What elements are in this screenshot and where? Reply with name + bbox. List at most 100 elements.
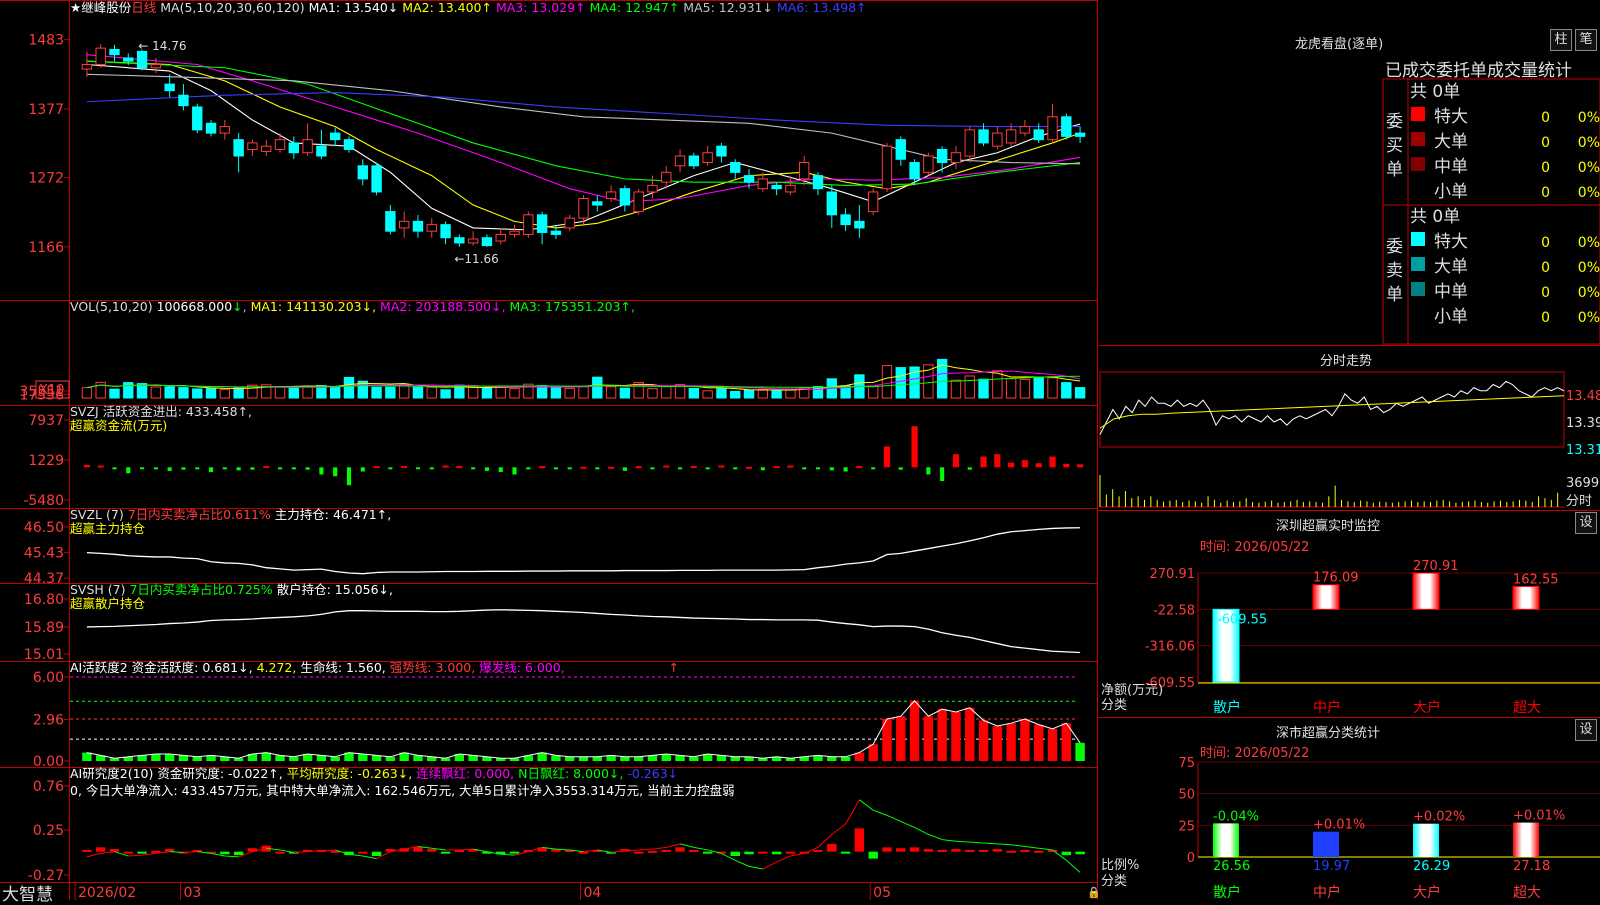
chart-canvas[interactable]: 1483137712721166← 14.76←11.663555117556X… <box>0 0 1600 900</box>
fund-flow-bar <box>373 466 380 469</box>
fund-flow-bar <box>222 467 227 470</box>
research-line-seg <box>224 855 239 858</box>
svzl-ratio: 7日内买卖净占比0.611% <box>127 507 271 522</box>
sell-row-qty: 0 <box>1541 260 1550 276</box>
fund-flow-bar <box>650 467 655 470</box>
fund-flow-bar <box>126 467 131 474</box>
fund-flow-bar <box>815 467 821 470</box>
ai-research-tick-label: 0.25 <box>33 823 64 839</box>
research-line-seg <box>969 841 984 844</box>
fund-flow-bar <box>980 456 987 468</box>
candle-body <box>95 47 106 65</box>
vol-item-ma3: MA3: 175351.203↑, <box>505 299 635 314</box>
fund-flow-bar <box>97 465 104 468</box>
svsh-tick-label: 15.01 <box>24 647 64 663</box>
fund-flow-bar <box>140 467 145 470</box>
sell-row-label: 中单 <box>1434 282 1468 302</box>
sell-row-pct: 0% <box>1578 285 1600 301</box>
buy-row-pct: 0% <box>1578 185 1600 201</box>
activity-bar <box>1034 724 1044 761</box>
research-line-seg <box>997 843 1012 846</box>
sell-side-label: 委 <box>1386 237 1403 257</box>
candle-body <box>578 197 589 219</box>
candle-body <box>1033 129 1044 141</box>
activity-bar <box>1006 723 1016 761</box>
buy-row-qty: 0 <box>1541 160 1550 176</box>
research-bar <box>992 849 1003 852</box>
activity-bar <box>537 752 547 761</box>
activity-bar <box>675 755 685 761</box>
fund-flow-bar <box>291 467 296 470</box>
research-line-seg <box>914 827 929 835</box>
svzj-line2: 超赢资金流(万元) <box>70 418 168 433</box>
fund-flow-bar <box>236 467 241 471</box>
svzl-tick-label: 44.37 <box>24 571 64 587</box>
volume-bar <box>371 386 382 399</box>
activity-bar <box>1020 719 1030 761</box>
volume-bar <box>757 388 769 399</box>
vol-params: VOL(5,10,20) <box>70 299 153 314</box>
sz-monitor-time: 时间: 2026/05/22 <box>1200 540 1310 555</box>
fund-flow-bar <box>263 466 270 469</box>
volume-bar <box>150 386 162 399</box>
research-bar <box>827 843 837 852</box>
unit-label: X10 <box>39 383 64 398</box>
research-line-seg <box>679 843 694 848</box>
fund-flow-bar <box>498 467 503 473</box>
activity-bar <box>592 756 602 761</box>
fund-flow-bar <box>663 465 670 468</box>
volume-bar <box>605 386 617 399</box>
volume-bar <box>1033 377 1044 399</box>
tick-mode-button[interactable]: 笔 <box>1575 29 1597 51</box>
candle-body <box>205 122 217 134</box>
svsh-tick-label: 16.80 <box>24 592 64 608</box>
svsh-line2: 超赢散户持仓 <box>70 596 146 611</box>
volume-bar <box>481 387 493 399</box>
ai-research-summary: 0, 今日大单净流入: 433.457万元, 其中特大单净流入: 162.546… <box>70 783 735 798</box>
volume-bar <box>978 378 989 399</box>
volume-bar <box>881 365 893 399</box>
candle-body <box>440 224 451 239</box>
sz-monitor-category-label: 散户 <box>1213 699 1241 716</box>
fund-flow-bar <box>195 467 200 470</box>
fund-flow-bar <box>456 466 463 469</box>
candle-body <box>261 145 272 152</box>
activity-bar <box>330 756 340 761</box>
intraday-y-label: 13.39 <box>1566 416 1600 431</box>
sz-monitor-value-label: -609.55 <box>1217 612 1267 627</box>
fund-flow-bar <box>567 467 572 470</box>
fund-flow-bar <box>83 464 91 468</box>
candle-body <box>840 214 851 226</box>
sz-monitor-title: 深圳超赢实时监控 <box>1276 519 1381 534</box>
activity-bar <box>551 755 561 761</box>
research-bar <box>82 849 92 852</box>
month-label: 05 <box>873 885 891 900</box>
volume-bar <box>730 390 741 399</box>
sz-monitor-value-label: 270.91 <box>1413 559 1459 574</box>
candle-body <box>330 132 341 141</box>
activity-bar <box>689 756 699 761</box>
sz-stats-bar <box>1213 823 1239 857</box>
fund-flow-bar <box>677 467 683 470</box>
ma-values: MA1: 13.540↓ MA2: 13.400↑ MA3: 13.029↑ M… <box>309 0 867 15</box>
activity-bar <box>978 720 989 761</box>
candle-body <box>674 155 686 167</box>
candle-body <box>923 155 934 173</box>
month-label: 04 <box>584 885 602 900</box>
sz-monitor-y-label: -22.58 <box>1153 603 1195 618</box>
svzl-holding: 主力持仓: 46.471↑, <box>274 507 392 522</box>
svzl-header: SVZL (7) 7日内买卖净占比0.611% 主力持仓: 46.471↑, 超… <box>70 508 391 536</box>
volume-bar <box>109 388 120 399</box>
fund-flow-bar <box>415 467 421 470</box>
sz-monitor-category-axis-label: 分类 <box>1101 698 1127 713</box>
sz-stats-settings-button[interactable]: 设 <box>1575 719 1597 741</box>
fund-flow-bar <box>319 467 324 475</box>
bar-mode-button[interactable]: 柱 <box>1550 29 1572 51</box>
volume-bar <box>495 386 506 399</box>
volume-bar <box>1005 378 1017 399</box>
volume-bar <box>702 390 713 399</box>
candle-body <box>385 211 396 232</box>
research-bar <box>509 851 520 854</box>
candle-body <box>454 237 465 244</box>
sz-monitor-settings-button[interactable]: 设 <box>1575 512 1597 534</box>
